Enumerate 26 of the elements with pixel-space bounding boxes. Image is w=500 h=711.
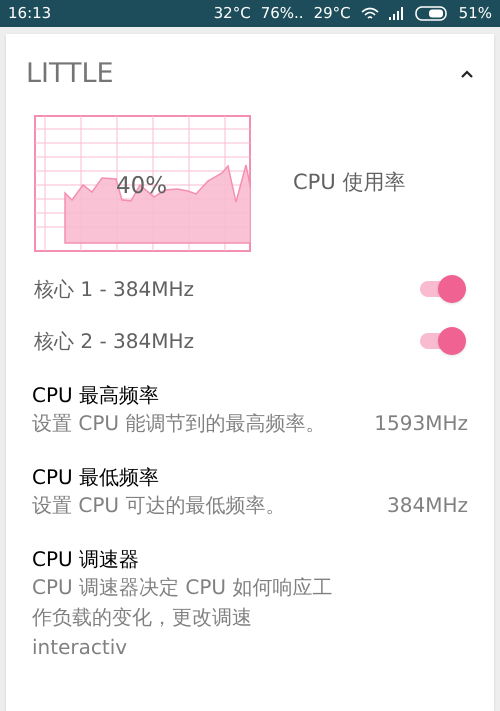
setting-item[interactable]: CPU 调速器 CPU 调速器决定 CPU 如何响应工作负载的变化，更改调速 interactiv [32, 546, 468, 662]
setting-value: 384MHz [386, 492, 468, 518]
setting-item[interactable]: CPU 最高频率 设置 CPU 能调节到的最高频率。 1593MHz [32, 382, 468, 438]
setting-value: 1593MHz [373, 410, 468, 436]
collapse-chevron-icon[interactable] [460, 69, 474, 80]
battery-level: 51% [458, 3, 492, 24]
clock: 16:13 [8, 3, 52, 24]
toggle-switch[interactable] [420, 274, 466, 302]
memory-usage: 76%.. [260, 3, 304, 24]
core-label: 核心 2 - 384MHz [34, 328, 194, 354]
setting-description: CPU 调速器决定 CPU 如何响应工作负载的变化，更改调速 interactiv [32, 574, 334, 660]
core-label: 核心 1 - 384MHz [34, 276, 194, 302]
signal-icon [388, 7, 405, 20]
setting-title: CPU 调速器 [32, 546, 140, 572]
setting-description: 设置 CPU 能调节到的最高频率。 [32, 410, 326, 436]
battery-icon [414, 6, 449, 21]
setting-item[interactable]: CPU 最低频率 设置 CPU 可达的最低频率。 384MHz [32, 464, 468, 520]
section-title: LITTLE [26, 57, 114, 91]
setting-description: 设置 CPU 可达的最低频率。 [32, 492, 286, 518]
toggle-switch[interactable] [420, 326, 466, 354]
setting-title: CPU 最高频率 [32, 382, 160, 408]
wifi-icon [360, 6, 379, 20]
setting-title: CPU 最低频率 [32, 464, 160, 490]
battery-temperature: 29°C [314, 3, 351, 24]
cpu-temperature: 32°C [214, 3, 251, 24]
usage-label: CPU 使用率 [293, 169, 406, 196]
